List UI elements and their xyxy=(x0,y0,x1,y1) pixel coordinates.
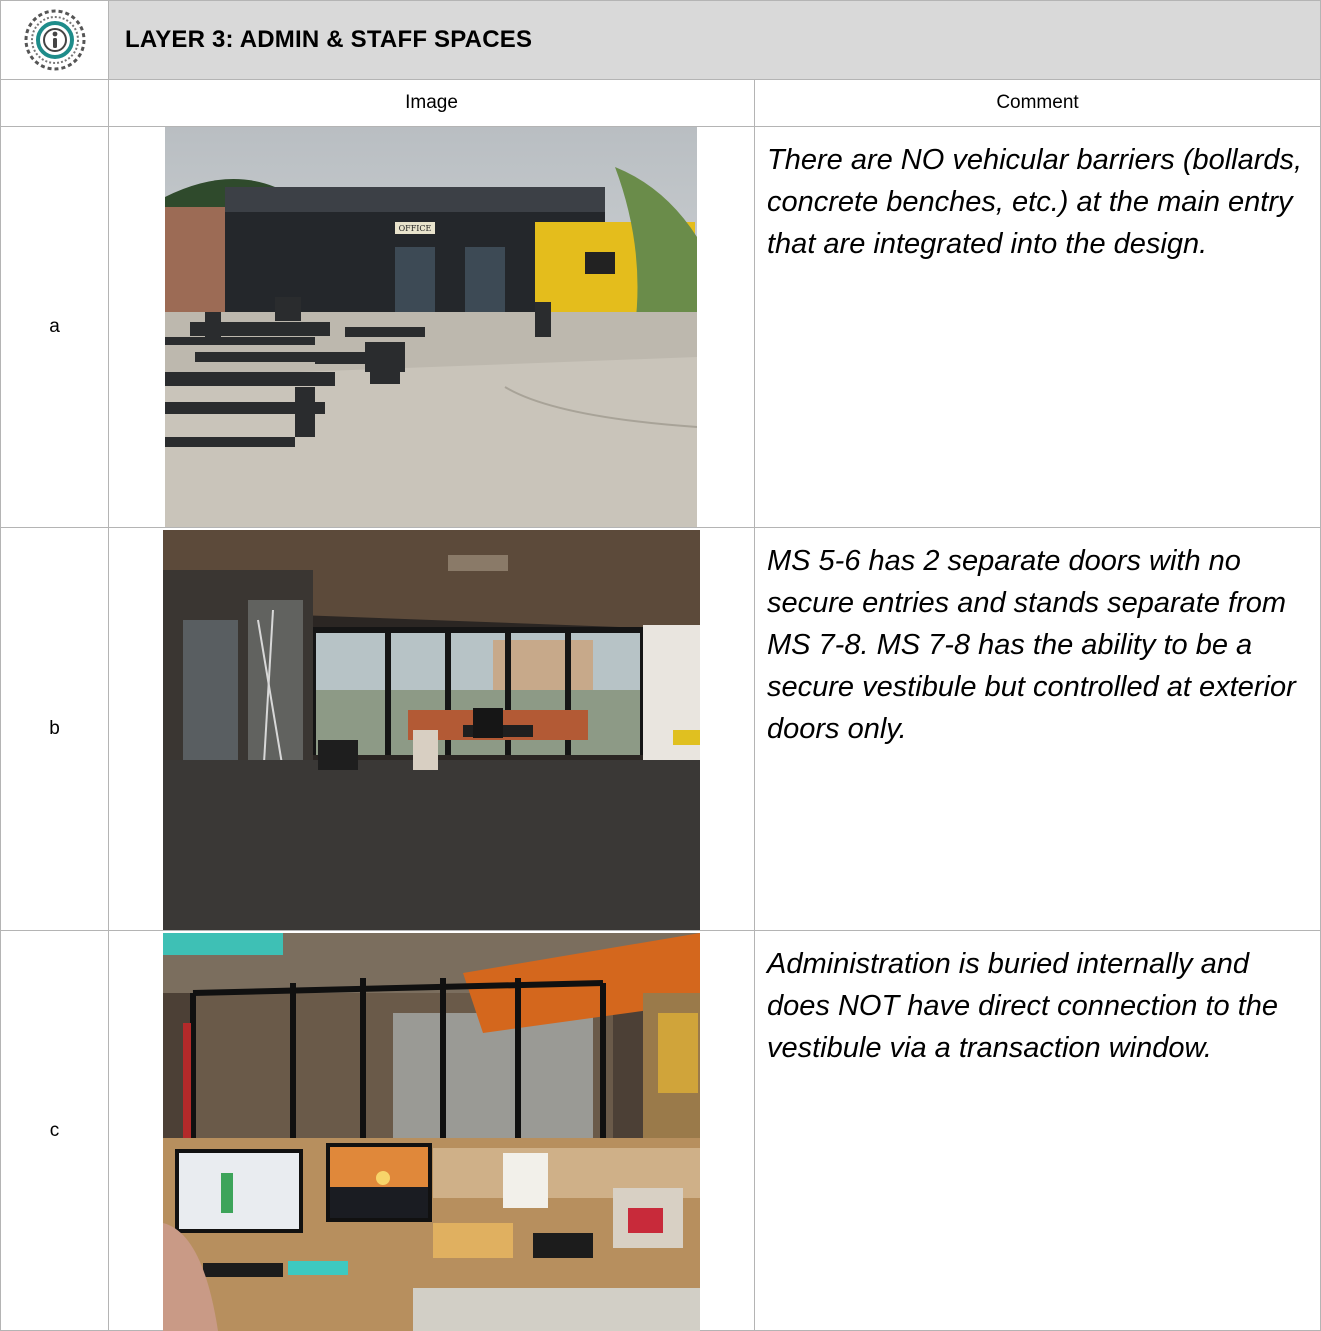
column-header-comment: Comment xyxy=(755,80,1321,127)
column-header-image: Image xyxy=(109,80,755,127)
comment-cell-a: There are NO vehicular barriers (bollard… xyxy=(755,127,1321,528)
row-label-a: a xyxy=(0,127,109,528)
comment-text-c: Administration is buried internally and … xyxy=(767,948,1279,1064)
page-title-text: LAYER 3: ADMIN & STAFF SPACES xyxy=(125,26,533,53)
photo-vestibule-interior xyxy=(163,530,700,930)
eye-emblem-icon xyxy=(24,9,85,71)
comment-cell-b: MS 5-6 has 2 separate doors with no secu… xyxy=(755,528,1321,931)
corner-cell xyxy=(0,80,109,127)
comment-text-b: MS 5-6 has 2 separate doors with no secu… xyxy=(767,545,1296,745)
page-title: LAYER 3: ADMIN & STAFF SPACES xyxy=(109,0,1321,80)
logo xyxy=(0,0,109,80)
office-sign: OFFICE xyxy=(399,224,432,233)
report-table: LAYER 3: ADMIN & STAFF SPACES Image Comm… xyxy=(0,0,1321,1331)
comment-text-a: There are NO vehicular barriers (bollard… xyxy=(767,144,1303,260)
comment-cell-c: Administration is buried internally and … xyxy=(755,931,1321,1331)
row-label-b: b xyxy=(0,528,109,931)
image-cell-b xyxy=(109,528,755,931)
image-cell-c xyxy=(109,931,755,1331)
row-label-c: c xyxy=(0,931,109,1331)
photo-admin-office xyxy=(163,933,700,1331)
image-cell-a: OFFICE xyxy=(109,127,755,528)
photo-office-entry: OFFICE xyxy=(165,127,697,527)
